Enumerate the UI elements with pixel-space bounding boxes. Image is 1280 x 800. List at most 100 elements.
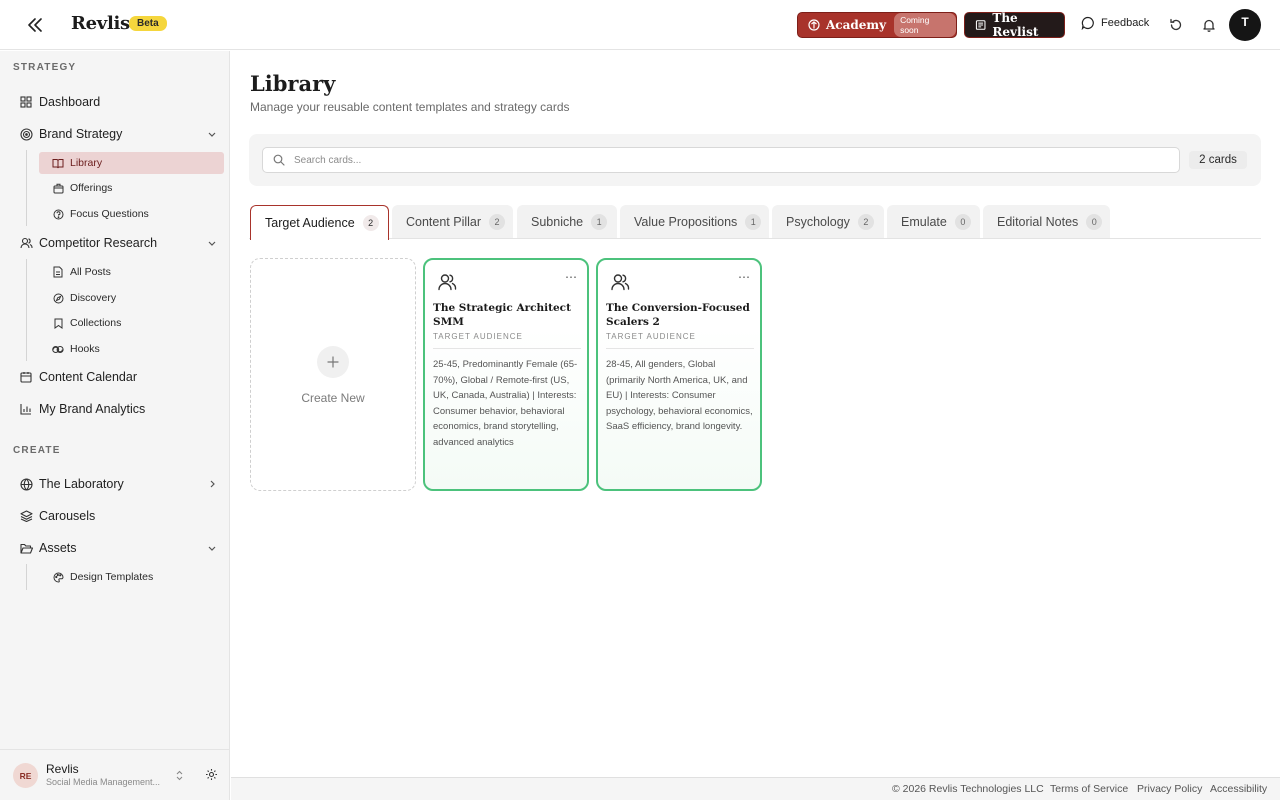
page-title: Library (250, 71, 336, 96)
collapse-sidebar-button[interactable] (24, 14, 46, 36)
tab-label: Editorial Notes (997, 214, 1079, 229)
audience-card[interactable]: ⋯ The Conversion-Focused Scalers 2 TARGE… (596, 258, 762, 491)
sidebar-item-dashboard[interactable]: Dashboard (13, 90, 223, 114)
folder-open-icon (19, 541, 33, 555)
academy-button[interactable]: Academy Coming soon (797, 12, 957, 38)
tab-label: Content Pillar (406, 214, 482, 229)
sidebar-item-hooks[interactable]: Hooks (39, 338, 224, 360)
sidebar-item-label: Dashboard (39, 95, 101, 109)
tree-line (26, 259, 27, 361)
sidebar-item-library[interactable]: Library (39, 152, 224, 174)
double-chevron-left-icon (28, 18, 42, 32)
create-new-label: Create New (301, 391, 365, 405)
calendar-icon (19, 370, 33, 384)
tree-line (26, 150, 27, 226)
card-divider (606, 348, 754, 349)
user-avatar-button[interactable]: T (1229, 9, 1261, 41)
chevron-down-icon (207, 237, 217, 249)
tab-label: Target Audience (265, 216, 355, 230)
beta-badge: Beta (129, 16, 167, 31)
sidebar-item-brand-analytics[interactable]: My Brand Analytics (13, 397, 223, 421)
sidebar-item-carousels[interactable]: Carousels (13, 504, 223, 528)
sidebar-item-design-templates[interactable]: Design Templates (39, 566, 224, 588)
bar-chart-icon (19, 402, 33, 416)
privacy-link[interactable]: Privacy Policy (1137, 783, 1202, 795)
strategy-section-heading: STRATEGY (13, 62, 77, 73)
tab-content-pillar[interactable]: Content Pillar 2 (392, 205, 513, 238)
refresh-icon (1170, 18, 1182, 31)
sidebar-item-focus-questions[interactable]: Focus Questions (39, 203, 224, 225)
notifications-button[interactable] (1200, 16, 1218, 34)
card-count-badge: 2 cards (1189, 151, 1247, 169)
page-subtitle: Manage your reusable content templates a… (250, 100, 570, 114)
sidebar-item-label: Assets (39, 541, 77, 555)
search-icon (273, 154, 285, 166)
create-new-card[interactable]: Create New (250, 258, 416, 491)
settings-gear-icon[interactable] (204, 767, 218, 781)
tab-label: Value Propositions (634, 214, 738, 229)
card-type-label: TARGET AUDIENCE (433, 332, 523, 341)
bookmark-icon (52, 317, 64, 329)
tab-label: Psychology (786, 214, 850, 229)
sidebar-item-the-laboratory[interactable]: The Laboratory (13, 472, 223, 496)
layers-icon (19, 509, 33, 523)
sidebar-item-assets[interactable]: Assets (13, 536, 223, 560)
tab-editorial-notes[interactable]: Editorial Notes 0 (983, 205, 1110, 238)
compass-icon (52, 292, 64, 304)
terms-link[interactable]: Terms of Service (1050, 783, 1128, 795)
accessibility-link[interactable]: Accessibility (1210, 783, 1267, 795)
hook-icon (52, 343, 64, 355)
help-circle-icon (52, 208, 64, 220)
feedback-label: Feedback (1101, 17, 1150, 29)
card-divider (433, 348, 581, 349)
refresh-button[interactable] (1167, 16, 1185, 34)
account-switcher[interactable]: RE Revlis Social Media Management... (0, 749, 229, 800)
search-bar: 2 cards (249, 134, 1261, 186)
tree-line (26, 564, 27, 590)
sidebar-item-content-calendar[interactable]: Content Calendar (13, 365, 223, 389)
academy-label: Academy (825, 18, 887, 32)
tab-count-badge: 2 (857, 213, 874, 230)
tab-count-badge: 1 (745, 213, 762, 230)
sidebar-item-brand-strategy[interactable]: Brand Strategy (13, 122, 223, 146)
account-subtitle: Social Media Management... (46, 777, 161, 787)
card-description: 28-45, All genders, Global (primarily No… (606, 359, 753, 433)
chevrons-up-down-icon[interactable] (174, 768, 184, 782)
top-bar: Revlis Beta Academy Coming soon The Revl… (0, 0, 1280, 50)
tab-psychology[interactable]: Psychology 2 (772, 205, 884, 238)
sidebar-item-all-posts[interactable]: All Posts (39, 261, 224, 283)
feedback-button[interactable]: Feedback (1081, 16, 1149, 30)
sidebar-item-label: Offerings (70, 182, 113, 194)
tab-target-audience[interactable]: Target Audience 2 (250, 205, 389, 240)
tab-subniche[interactable]: Subniche 1 (517, 205, 617, 238)
chevron-right-icon (207, 478, 217, 490)
sidebar-item-collections[interactable]: Collections (39, 312, 224, 334)
search-field[interactable] (262, 147, 1180, 173)
tab-count-badge: 2 (362, 215, 379, 231)
sidebar-item-label: Brand Strategy (39, 127, 123, 141)
tab-value-propositions[interactable]: Value Propositions 1 (620, 205, 769, 238)
sidebar-item-discovery[interactable]: Discovery (39, 287, 224, 309)
revlist-button[interactable]: The Revlist (964, 11, 1065, 39)
sidebar-item-label: My Brand Analytics (39, 402, 146, 416)
brand-logo[interactable]: Revlis (71, 13, 130, 34)
sidebar-item-competitor-research[interactable]: Competitor Research (13, 231, 223, 255)
sidebar: STRATEGY Dashboard Brand Strategy Librar… (0, 51, 230, 800)
copyright-text: © 2026 Revlis Technologies LLC (892, 783, 1044, 795)
sidebar-item-label: All Posts (70, 266, 111, 278)
chevron-down-icon (207, 128, 217, 140)
more-options-icon[interactable]: ⋯ (565, 270, 578, 284)
globe-icon (19, 477, 33, 491)
more-options-icon[interactable]: ⋯ (738, 270, 751, 284)
audience-card[interactable]: ⋯ The Strategic Architect SMM TARGET AUD… (423, 258, 589, 491)
palette-icon (52, 571, 64, 583)
tab-emulate[interactable]: Emulate 0 (887, 205, 980, 238)
sidebar-item-offerings[interactable]: Offerings (39, 177, 224, 199)
grid-icon (19, 95, 33, 109)
card-type-label: TARGET AUDIENCE (606, 332, 696, 341)
sidebar-item-label: Discovery (70, 292, 117, 304)
search-input[interactable] (294, 154, 1154, 166)
create-section-heading: CREATE (13, 445, 61, 456)
academy-icon (808, 19, 820, 31)
users-icon (19, 236, 33, 250)
